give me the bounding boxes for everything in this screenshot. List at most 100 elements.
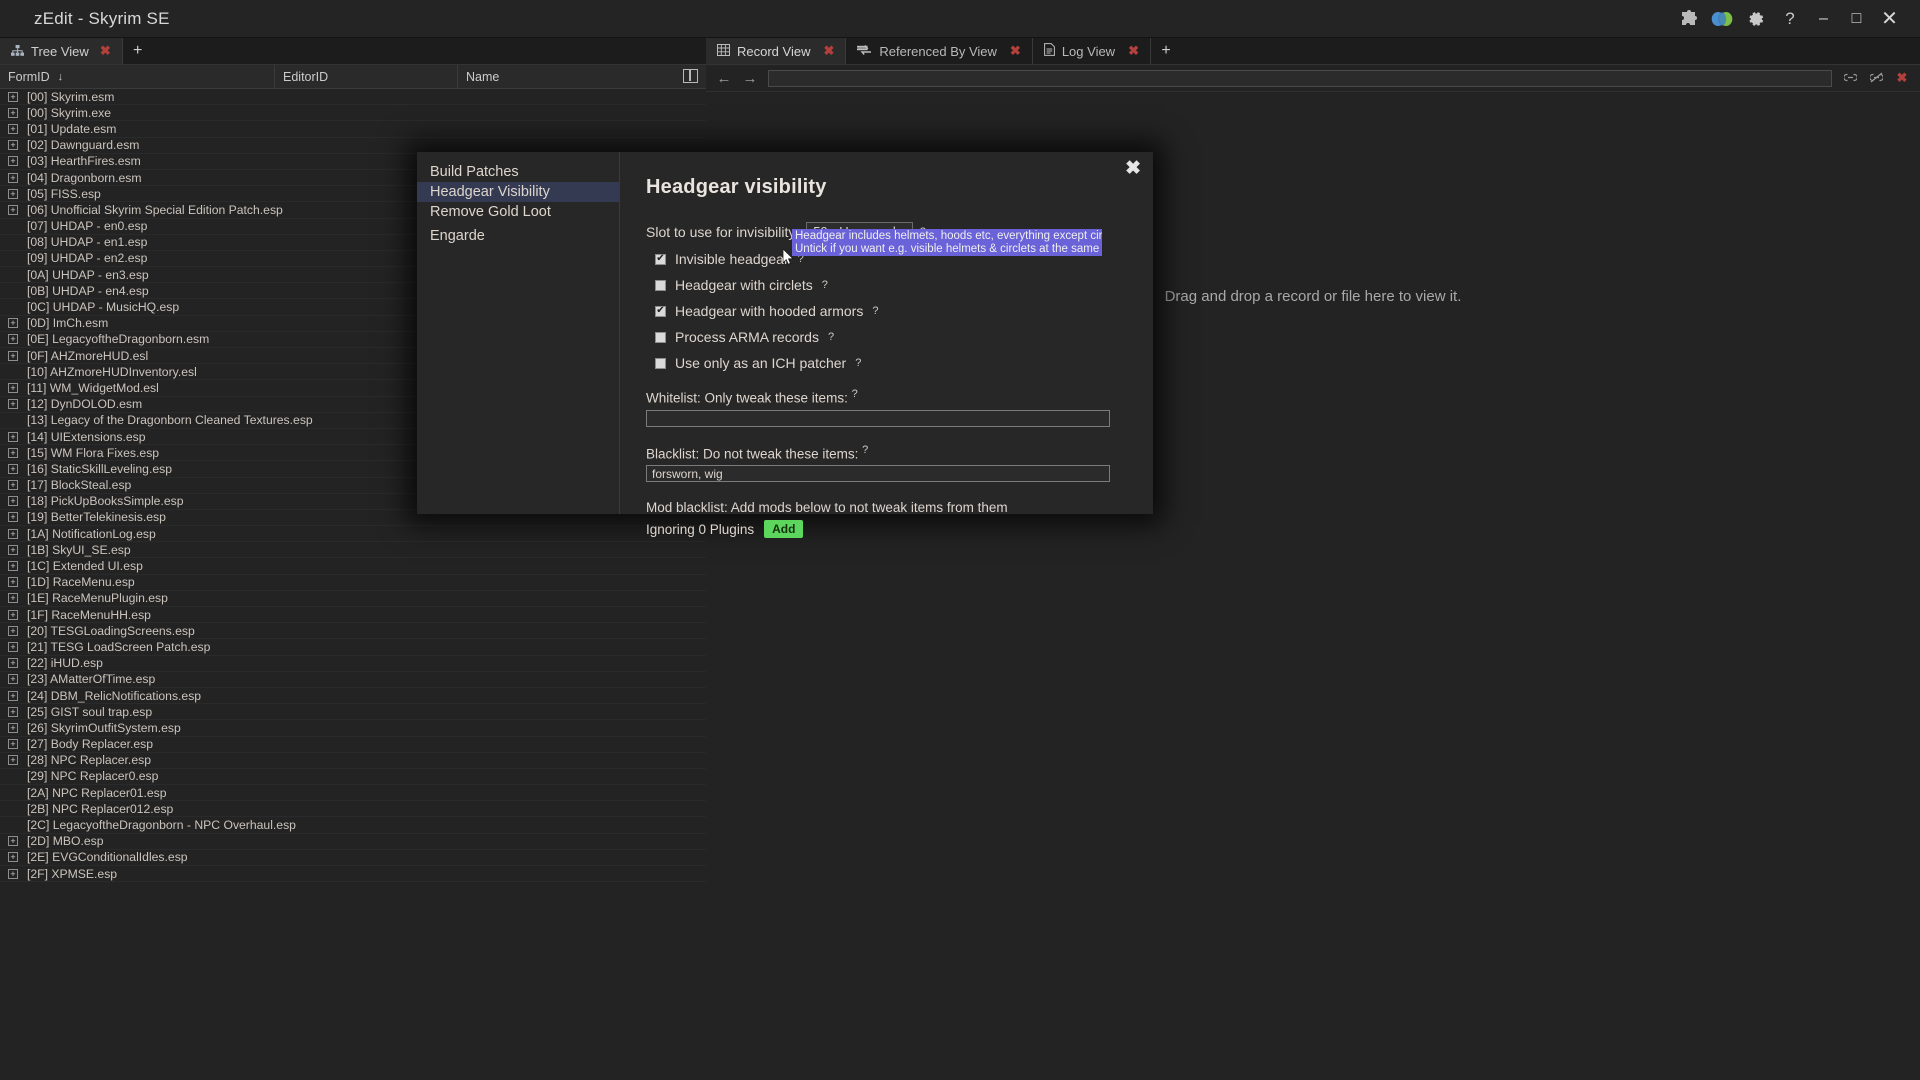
tree-row[interactable]: + [27] Body Replacer.esp: [0, 737, 706, 753]
tree-row[interactable]: + [25] GIST soul trap.esp: [0, 704, 706, 721]
expand-icon[interactable]: +: [8, 140, 18, 151]
back-icon[interactable]: ←: [716, 70, 732, 87]
tree-row[interactable]: + [21] TESG LoadScreen Patch.esp: [0, 639, 706, 656]
link-icon[interactable]: [1842, 71, 1858, 86]
close-icon[interactable]: ✖: [100, 43, 111, 59]
tree-row[interactable]: +[2B] NPC Replacer012.esp: [0, 801, 706, 818]
tree-row[interactable]: + [1B] SkyUI_SE.esp: [0, 542, 706, 559]
expand-icon[interactable]: +: [8, 463, 18, 474]
column-header-formid[interactable]: FormID ↓: [0, 65, 275, 88]
tree-row[interactable]: + [20] TESGLoadingScreens.esp: [0, 623, 706, 640]
maximize-button[interactable]: □: [1840, 4, 1873, 34]
column-header-editorid[interactable]: EditorID: [275, 65, 458, 88]
tree-row[interactable]: + [1E] RaceMenuPlugin.esp: [0, 591, 706, 607]
expand-icon[interactable]: +: [8, 706, 18, 717]
expand-icon[interactable]: +: [8, 204, 18, 215]
expand-icon[interactable]: +: [8, 674, 18, 685]
expand-icon[interactable]: +: [8, 625, 18, 636]
help-icon[interactable]: ?: [1773, 4, 1807, 34]
puzzle-icon[interactable]: [1671, 4, 1705, 34]
expand-icon[interactable]: +: [8, 496, 18, 507]
checkbox-headgear-with-hooded-armors[interactable]: ✔: [655, 305, 666, 317]
expand-icon[interactable]: +: [8, 641, 18, 652]
checkbox-headgear-with-circlets[interactable]: ✔: [655, 279, 666, 291]
tree-row[interactable]: + [00] Skyrim.esm: [0, 89, 706, 106]
tab-tree-view[interactable]: Tree View ✖: [0, 38, 123, 64]
expand-icon[interactable]: +: [8, 350, 18, 361]
tree-row[interactable]: + [00] Skyrim.exe: [0, 105, 706, 122]
expand-icon[interactable]: +: [8, 690, 18, 701]
expand-icon[interactable]: +: [8, 431, 18, 442]
tree-row[interactable]: +[2C] LegacyoftheDragonborn - NPC Overha…: [0, 817, 706, 834]
expand-icon[interactable]: +: [8, 91, 18, 102]
expand-icon[interactable]: +: [8, 156, 18, 167]
tree-row[interactable]: + [1C] Extended UI.esp: [0, 558, 706, 575]
blacklist-input[interactable]: forsworn, wig: [646, 465, 1110, 482]
help-icon[interactable]: ?: [855, 357, 861, 369]
expand-icon[interactable]: +: [8, 755, 18, 766]
help-icon[interactable]: ?: [822, 279, 828, 291]
modal-nav-item-remove-gold-loot[interactable]: Remove Gold Loot: [417, 202, 619, 222]
tree-row[interactable]: + [23] AMatterOfTime.esp: [0, 672, 706, 688]
whitelist-input[interactable]: [646, 409, 1110, 427]
tree-row[interactable]: + [1F] RaceMenuHH.esp: [0, 607, 706, 624]
expand-icon[interactable]: +: [8, 318, 18, 329]
expand-icon[interactable]: +: [8, 739, 18, 750]
expand-icon[interactable]: +: [8, 512, 18, 523]
tree-row[interactable]: + [1D] RaceMenu.esp: [0, 575, 706, 591]
add-tab-button[interactable]: +: [1151, 38, 1181, 64]
expand-icon[interactable]: +: [8, 334, 18, 345]
tree-row[interactable]: + [01] Update.esm: [0, 121, 706, 138]
modal-nav-item-engarde[interactable]: Engarde: [417, 226, 619, 246]
expand-icon[interactable]: +: [8, 107, 18, 118]
help-icon[interactable]: ?: [862, 444, 868, 456]
tree-row[interactable]: +[29] NPC Replacer0.esp: [0, 769, 706, 786]
tree-row[interactable]: + [2E] EVGConditionalIdles.esp: [0, 850, 706, 866]
expand-icon[interactable]: +: [8, 399, 18, 410]
close-icon[interactable]: ✖: [1010, 43, 1021, 59]
tree-row[interactable]: + [1A] NotificationLog.esp: [0, 526, 706, 543]
tree-row[interactable]: + [28] NPC Replacer.esp: [0, 753, 706, 769]
column-header-name[interactable]: Name: [458, 65, 706, 88]
expand-icon[interactable]: +: [8, 544, 18, 555]
tree-row[interactable]: + [2D] MBO.esp: [0, 834, 706, 850]
minimize-button[interactable]: –: [1807, 4, 1840, 34]
expand-icon[interactable]: +: [8, 868, 18, 879]
no-link-icon[interactable]: [1868, 71, 1884, 86]
help-icon[interactable]: ?: [828, 331, 834, 343]
expand-icon[interactable]: +: [8, 658, 18, 669]
checkbox-invisible-headgear[interactable]: ✔: [655, 253, 666, 265]
add-tab-button[interactable]: +: [123, 38, 153, 64]
close-icon[interactable]: ✖: [823, 43, 834, 59]
expand-icon[interactable]: +: [8, 852, 18, 863]
modal-nav-item-headgear-visibility[interactable]: Headgear Visibility: [417, 182, 619, 202]
modal-nav-item-build-patches[interactable]: Build Patches: [417, 162, 619, 182]
expand-icon[interactable]: +: [8, 188, 18, 199]
forward-icon[interactable]: →: [742, 70, 758, 87]
tab-record-view[interactable]: Record View ✖: [706, 38, 847, 64]
tab-referenced-by-view[interactable]: Referenced By View ✖: [846, 38, 1033, 64]
expand-icon[interactable]: +: [8, 480, 18, 491]
checkbox-use-only-as-an-ich-patcher[interactable]: ✔: [655, 357, 666, 369]
record-path-input[interactable]: [768, 69, 1832, 87]
help-icon[interactable]: ?: [852, 388, 858, 400]
expand-icon[interactable]: +: [8, 722, 18, 733]
tab-log-view[interactable]: Log View ✖: [1032, 38, 1151, 64]
checkbox-process-arma-records[interactable]: ✔: [655, 331, 666, 343]
close-icon[interactable]: ✖: [1128, 43, 1139, 59]
column-options-icon[interactable]: [683, 69, 698, 83]
close-icon[interactable]: ✖: [1894, 70, 1910, 86]
expand-icon[interactable]: +: [8, 172, 18, 183]
masks-icon[interactable]: [1705, 4, 1739, 34]
tree-row[interactable]: + [24] DBM_RelicNotifications.esp: [0, 688, 706, 705]
tree-row[interactable]: + [26] SkyrimOutfitSystem.esp: [0, 720, 706, 737]
expand-icon[interactable]: +: [8, 123, 18, 134]
gear-icon[interactable]: [1739, 4, 1773, 34]
expand-icon[interactable]: +: [8, 528, 18, 539]
expand-icon[interactable]: +: [8, 577, 18, 588]
tree-row[interactable]: +[2A] NPC Replacer01.esp: [0, 785, 706, 802]
expand-icon[interactable]: +: [8, 382, 18, 393]
close-button[interactable]: ✕: [1873, 4, 1906, 34]
tree-row[interactable]: + [22] iHUD.esp: [0, 656, 706, 672]
tree-row[interactable]: + [2F] XPMSE.esp: [0, 866, 706, 883]
